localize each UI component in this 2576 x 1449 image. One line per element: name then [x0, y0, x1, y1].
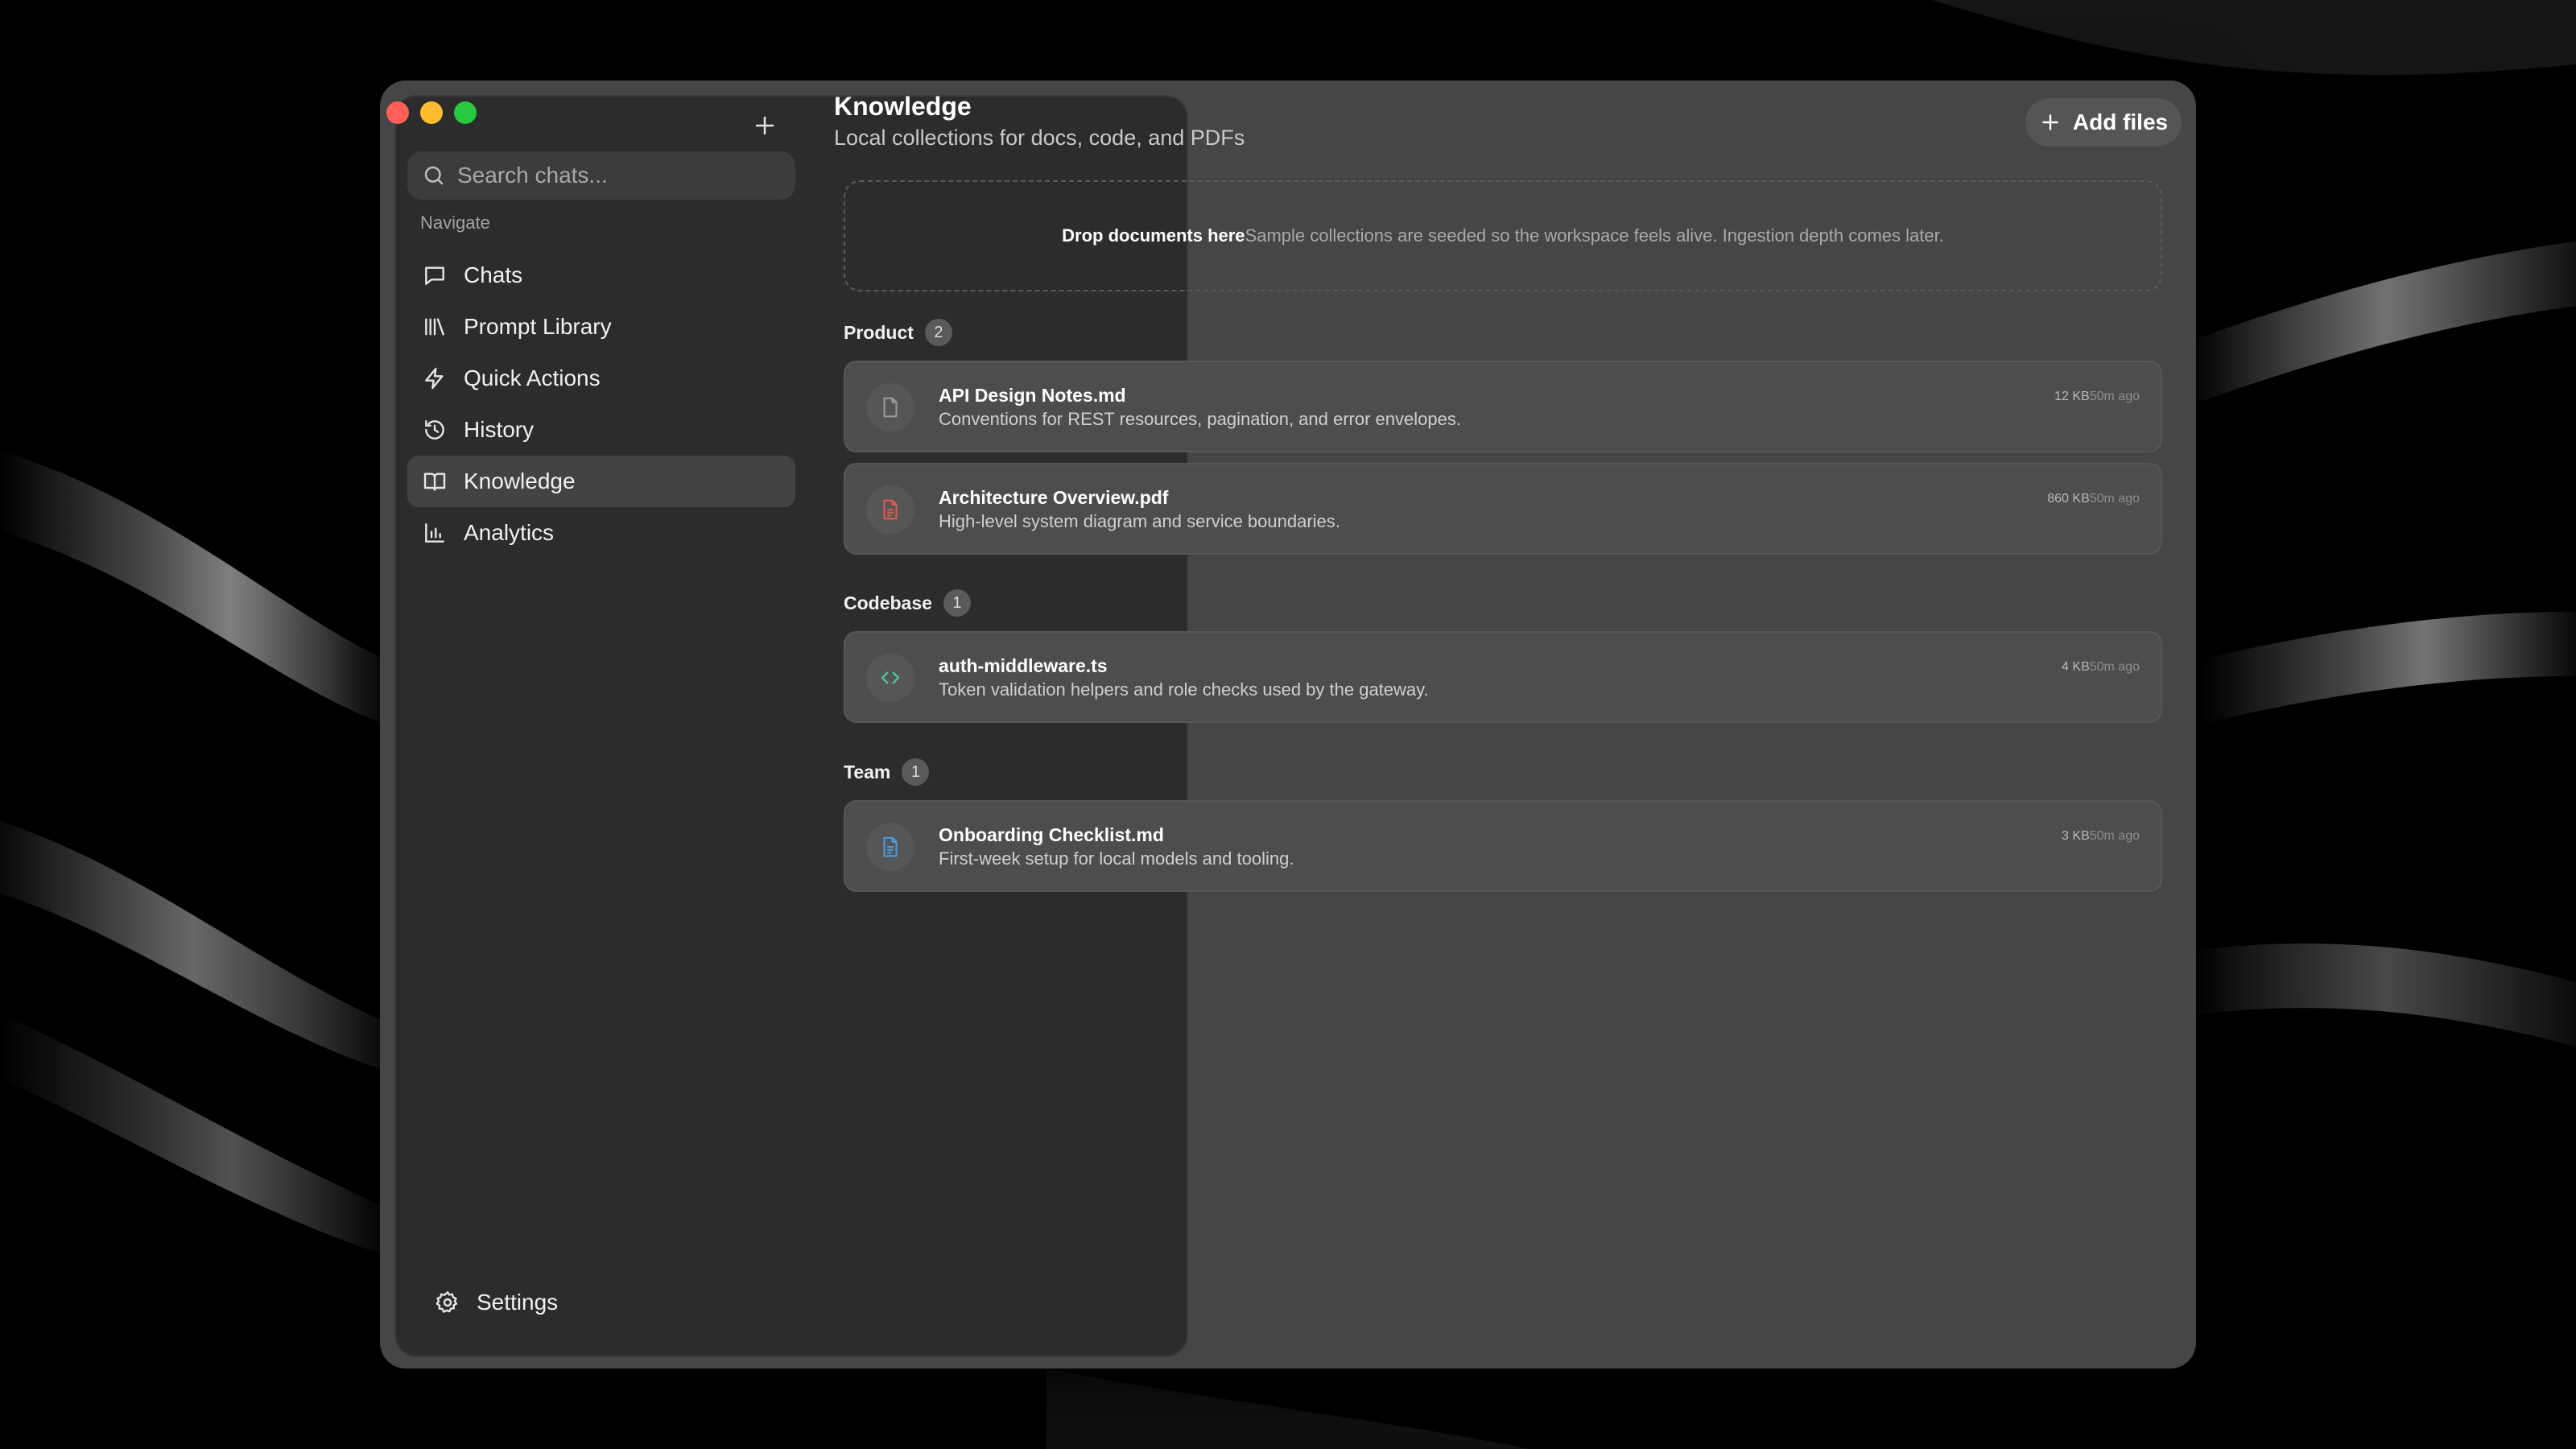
drop-zone-title: Drop documents here — [1062, 225, 1245, 246]
file-card[interactable]: API Design Notes.md Conventions for REST… — [844, 361, 2162, 452]
collection-name: Product — [844, 321, 914, 343]
sidebar-item-label: Chats — [464, 262, 523, 287]
file-size: 860 KB — [2047, 492, 2090, 506]
file-description: Token validation helpers and role checks… — [939, 679, 1429, 700]
sidebar-item-label: Knowledge — [464, 469, 576, 493]
sidebar-item-knowledge[interactable]: Knowledge — [407, 456, 795, 507]
file-name: API Design Notes.md — [939, 385, 1126, 406]
drop-zone-description: Sample collections are seeded so the wor… — [1245, 225, 1944, 246]
plus-icon — [755, 116, 774, 135]
zoom-window-button[interactable] — [454, 101, 477, 124]
collection-count-badge: 1 — [943, 589, 971, 617]
file-meta: 860 KB 50m ago — [2047, 492, 2140, 506]
file-text-icon — [866, 485, 914, 534]
sidebar-item-label: History — [464, 417, 535, 442]
new-chat-button[interactable] — [749, 109, 781, 142]
file-description: High-level system diagram and service bo… — [939, 511, 1340, 531]
message-square-icon — [420, 261, 449, 290]
add-files-label: Add files — [2072, 109, 2169, 134]
collection-name: Codebase — [844, 592, 932, 613]
file-name: Onboarding Checklist.md — [939, 824, 1164, 845]
sidebar-item-analytics[interactable]: Analytics — [407, 507, 795, 559]
file-text-icon — [866, 823, 914, 871]
sidebar-item-quick-actions[interactable]: Quick Actions — [407, 353, 795, 404]
file-size: 12 KB — [2054, 390, 2090, 403]
file-name: auth-middleware.ts — [939, 655, 1108, 676]
collection-header-team: Team 1 — [844, 758, 930, 786]
close-window-button[interactable] — [386, 101, 409, 124]
collection-header-codebase: Codebase 1 — [844, 589, 971, 617]
code-icon — [866, 654, 914, 702]
zap-icon — [420, 364, 449, 393]
nav-heading: Navigate — [420, 213, 490, 233]
plus-icon — [2039, 111, 2062, 134]
app-content: Navigate Chats Prompt Library Quick Acti… — [0, 0, 2576, 1449]
page-title: Knowledge — [834, 92, 972, 121]
history-icon — [420, 415, 449, 444]
gear-icon — [433, 1288, 462, 1317]
collection-name: Team — [844, 761, 891, 782]
file-name: Architecture Overview.pdf — [939, 487, 1169, 508]
book-open-icon — [420, 467, 449, 496]
file-card[interactable]: Onboarding Checklist.md First-week setup… — [844, 800, 2162, 892]
sidebar-item-label: Quick Actions — [464, 365, 601, 390]
file-card[interactable]: auth-middleware.ts Token validation help… — [844, 631, 2162, 723]
file-meta: 3 KB 50m ago — [2062, 829, 2140, 844]
add-files-button[interactable]: Add files — [2025, 98, 2182, 147]
file-updated: 50m ago — [2089, 660, 2140, 674]
file-updated: 50m ago — [2089, 492, 2140, 506]
file-updated: 50m ago — [2089, 390, 2140, 403]
file-description: First-week setup for local models and to… — [939, 848, 1294, 869]
file-meta: 4 KB 50m ago — [2062, 660, 2140, 675]
bar-chart-icon — [420, 518, 449, 547]
file-meta: 12 KB 50m ago — [2054, 390, 2140, 404]
file-size: 4 KB — [2062, 660, 2090, 674]
collection-count-badge: 1 — [902, 758, 930, 786]
sidebar-item-label: Analytics — [464, 520, 555, 545]
search-input[interactable] — [457, 163, 779, 188]
settings-label: Settings — [477, 1290, 559, 1315]
collection-header-product: Product 2 — [844, 319, 952, 346]
minimize-window-button[interactable] — [420, 101, 443, 124]
file-card[interactable]: Architecture Overview.pdf High-level sys… — [844, 463, 2162, 555]
file-icon — [866, 383, 914, 431]
page-subtitle: Local collections for docs, code, and PD… — [834, 126, 1245, 150]
sidebar-item-label: Prompt Library — [464, 314, 612, 339]
library-icon — [420, 312, 449, 341]
search-box[interactable] — [407, 151, 795, 200]
collection-count-badge: 2 — [924, 319, 952, 346]
sidebar-item-prompt-library[interactable]: Prompt Library — [407, 301, 795, 353]
sidebar-item-chats[interactable]: Chats — [407, 250, 795, 301]
drop-zone[interactable]: Drop documents here Sample collections ar… — [844, 180, 2162, 291]
search-icon — [424, 166, 444, 185]
file-description: Conventions for REST resources, paginati… — [939, 409, 1461, 429]
settings-button[interactable]: Settings — [420, 1277, 558, 1328]
sidebar-item-history[interactable]: History — [407, 404, 795, 456]
file-size: 3 KB — [2062, 829, 2090, 843]
file-updated: 50m ago — [2089, 829, 2140, 843]
